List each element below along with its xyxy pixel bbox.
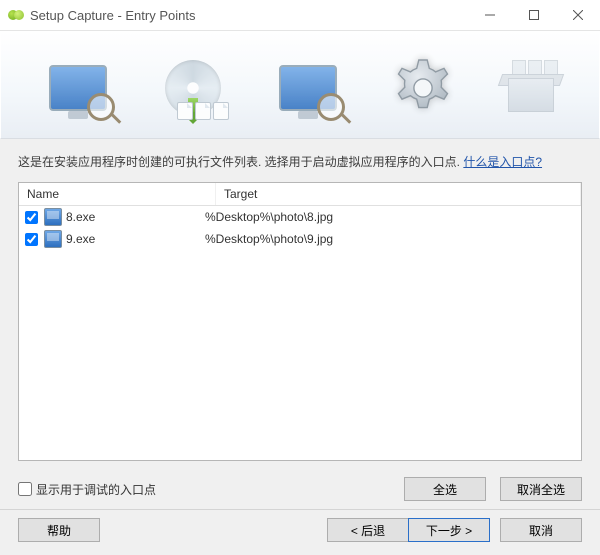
row-target: %Desktop%\photo\8.jpg <box>205 210 575 224</box>
maximize-button[interactable] <box>512 0 556 30</box>
column-header-target[interactable]: Target <box>216 183 581 205</box>
exe-icon <box>44 230 62 248</box>
exe-icon <box>44 208 62 226</box>
help-button[interactable]: 帮助 <box>18 518 100 542</box>
row-name: 9.exe <box>66 232 95 246</box>
table-row[interactable]: 9.exe %Desktop%\photo\9.jpg <box>19 228 581 250</box>
entrypoints-table: Name Target 8.exe %Desktop%\photo\8.jpg 9.… <box>18 182 582 461</box>
step-build-icon <box>498 60 562 116</box>
row-target: %Desktop%\photo\9.jpg <box>205 232 575 246</box>
debug-entrypoints-checkbox-input[interactable] <box>18 482 32 496</box>
titlebar: Setup Capture - Entry Points <box>0 0 600 31</box>
column-header-name[interactable]: Name <box>19 183 216 205</box>
wizard-steps-banner <box>0 31 600 139</box>
what-is-entrypoint-link[interactable]: 什么是入口点? <box>463 155 542 169</box>
table-header: Name Target <box>19 183 581 206</box>
debug-entrypoints-label: 显示用于调试的入口点 <box>36 481 156 498</box>
row-checkbox[interactable] <box>25 211 38 224</box>
step-postscan-icon <box>268 48 348 128</box>
step-prescan-icon <box>38 48 118 128</box>
options-row: 显示用于调试的入口点 全选 取消全选 <box>0 471 600 509</box>
window-title: Setup Capture - Entry Points <box>30 8 468 23</box>
window-controls <box>468 0 600 30</box>
cancel-button[interactable]: 取消 <box>500 518 582 542</box>
page-body: 这是在安装应用程序时创建的可执行文件列表. 选择用于启动虚拟应用程序的入口点. … <box>0 31 600 555</box>
wizard-footer: 帮助 < 后退 下一步 > 取消 <box>0 518 600 555</box>
close-button[interactable] <box>556 0 600 30</box>
step-entrypoints-icon <box>383 48 463 128</box>
separator <box>0 509 600 510</box>
step-install-icon <box>153 48 233 128</box>
table-body: 8.exe %Desktop%\photo\8.jpg 9.exe %Desktop%… <box>19 206 581 460</box>
back-button[interactable]: < 后退 <box>327 518 409 542</box>
app-icon <box>8 7 24 23</box>
table-row[interactable]: 8.exe %Desktop%\photo\8.jpg <box>19 206 581 228</box>
row-checkbox[interactable] <box>25 233 38 246</box>
description-body: 这是在安装应用程序时创建的可执行文件列表. 选择用于启动虚拟应用程序的入口点. <box>18 155 463 169</box>
description-text: 这是在安装应用程序时创建的可执行文件列表. 选择用于启动虚拟应用程序的入口点. … <box>0 139 600 178</box>
deselect-all-button[interactable]: 取消全选 <box>500 477 582 501</box>
debug-entrypoints-checkbox[interactable]: 显示用于调试的入口点 <box>18 481 156 498</box>
minimize-button[interactable] <box>468 0 512 30</box>
select-all-button[interactable]: 全选 <box>404 477 486 501</box>
row-name: 8.exe <box>66 210 95 224</box>
next-button[interactable]: 下一步 > <box>408 518 490 542</box>
